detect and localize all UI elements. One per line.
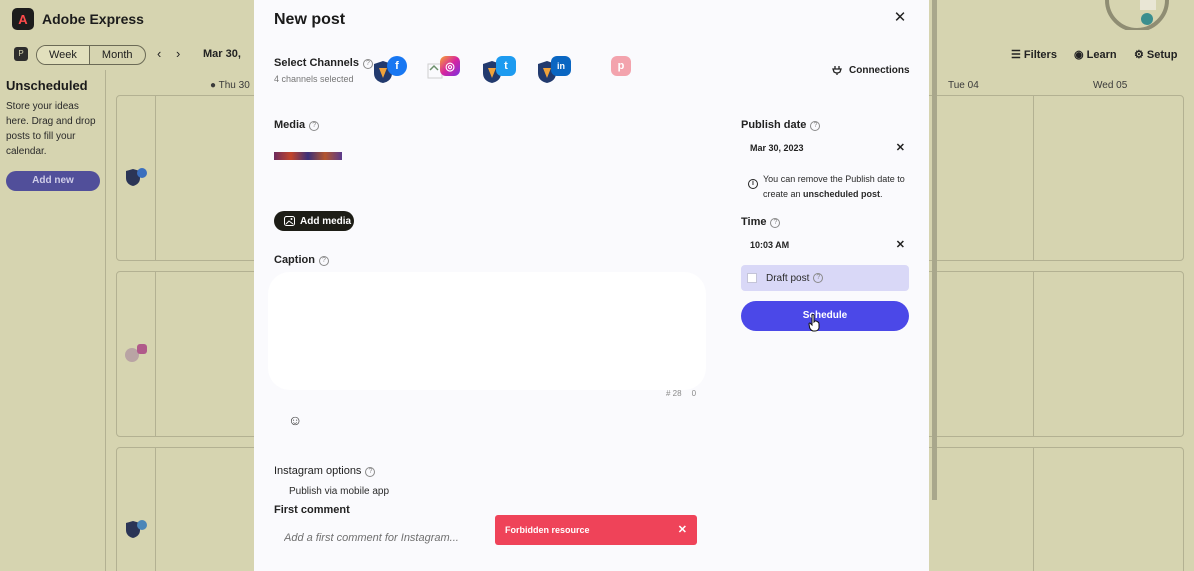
help-icon[interactable]: ? — [309, 121, 320, 131]
image-icon — [284, 216, 295, 226]
date-range[interactable]: Mar 30, — [203, 48, 241, 60]
page-scrollbar[interactable] — [932, 0, 937, 500]
filters-button[interactable]: ☰ Filters — [1011, 48, 1057, 61]
media-text: Media — [274, 119, 306, 131]
info-icon: i — [748, 179, 758, 189]
channel-pinterest[interactable]: p — [599, 54, 631, 86]
instagram-channel-avatar-icon — [125, 344, 147, 362]
pinterest-icon: p — [611, 56, 631, 76]
add-media-label: Add media — [300, 215, 352, 227]
draft-post-option[interactable]: Draft post? — [741, 265, 909, 291]
channel-linkedin[interactable]: in — [537, 54, 571, 86]
help-icon[interactable]: ? — [810, 121, 821, 131]
facebook-channel-avatar-icon — [126, 168, 147, 186]
sidebar-description: Store your ideas here. Drag and drop pos… — [6, 101, 96, 157]
info-text-suffix: . — [880, 189, 883, 199]
channel-twitter[interactable]: t — [482, 54, 516, 86]
publish-date-field[interactable]: Mar 30, 2023 ✕ — [741, 135, 909, 161]
plug-icon — [832, 66, 842, 75]
setup-label: Setup — [1146, 49, 1178, 61]
select-channels-label: Select Channels? — [274, 57, 373, 69]
calendar-app-icon[interactable]: P — [14, 47, 28, 61]
help-icon[interactable]: ? — [318, 256, 329, 266]
calendar-divider — [155, 448, 156, 571]
channels-selected-count: 4 channels selected — [274, 74, 354, 84]
error-toast: Forbidden resource ✕ — [495, 515, 697, 545]
next-arrow-icon[interactable]: › — [176, 46, 180, 61]
add-media-button[interactable]: Add media — [274, 211, 354, 231]
hand-cursor-icon — [808, 314, 820, 332]
select-channels-text: Select Channels — [274, 57, 359, 69]
clear-time-icon[interactable]: ✕ — [896, 238, 905, 251]
draft-post-label: Draft post — [766, 272, 810, 284]
close-modal-button[interactable]: ✕ — [892, 10, 908, 26]
calendar-divider — [1033, 448, 1034, 571]
caption-text: Caption — [274, 254, 315, 266]
channel-facebook[interactable]: f — [373, 54, 407, 86]
setup-button[interactable]: ⚙ Setup — [1134, 48, 1177, 61]
unscheduled-sidebar: Unscheduled Store your ideas here. Drag … — [0, 70, 106, 571]
help-icon[interactable]: ? — [770, 218, 781, 228]
prev-arrow-icon[interactable]: ‹ — [157, 46, 161, 61]
publish-date-value: Mar 30, 2023 — [750, 143, 804, 153]
emoji-picker-icon[interactable]: ☺ — [288, 412, 302, 428]
toast-close-icon[interactable]: ✕ — [678, 523, 687, 536]
sidebar-title: Unscheduled — [6, 78, 88, 93]
facebook-icon: f — [387, 56, 407, 76]
clear-date-icon[interactable]: ✕ — [896, 141, 905, 154]
twitter-channel-avatar-icon — [126, 520, 147, 538]
day-header-wed: Wed 05 — [1093, 80, 1128, 91]
caption-label: Caption? — [274, 254, 329, 266]
calendar-divider — [1033, 96, 1034, 260]
draft-post-checkbox[interactable] — [747, 273, 757, 283]
week-view-button[interactable]: Week — [37, 46, 90, 64]
caption-counters: # 28 0 — [666, 389, 696, 398]
month-view-button[interactable]: Month — [90, 46, 145, 64]
publish-date-text: Publish date — [741, 119, 807, 131]
hashtag-count: # 28 — [666, 389, 682, 398]
first-comment-label: First comment — [274, 504, 350, 516]
media-label: Media? — [274, 119, 320, 131]
instagram-options-label: Instagram options? — [274, 465, 376, 477]
adobe-express-logo: A — [12, 8, 34, 30]
toast-message: Forbidden resource — [505, 525, 590, 535]
day-header-tue: Tue 04 — [948, 80, 979, 91]
time-field[interactable]: 10:03 AM ✕ — [741, 232, 909, 258]
new-post-modal: New post ✕ Select Channels? 4 channels s… — [254, 0, 929, 571]
info-text-bold: unscheduled post — [803, 189, 881, 199]
linkedin-icon: in — [551, 56, 571, 76]
publish-date-label: Publish date? — [741, 119, 821, 131]
app-title: Adobe Express — [42, 11, 144, 27]
character-count: 0 — [691, 389, 697, 398]
learn-button[interactable]: ◉ Learn — [1074, 48, 1117, 61]
time-text: Time — [741, 216, 767, 228]
media-thumbnail[interactable] — [274, 152, 342, 160]
schedule-button[interactable]: Schedule — [741, 301, 909, 331]
help-icon[interactable]: ? — [362, 59, 373, 69]
learn-label: Learn — [1086, 49, 1117, 61]
calendar-divider — [155, 272, 156, 436]
add-new-button[interactable]: Add new — [6, 171, 100, 191]
filters-label: Filters — [1023, 49, 1057, 61]
day-header-thu: ● Thu 30 — [210, 80, 250, 91]
channel-instagram[interactable]: ◎ — [426, 54, 460, 86]
day-label: Thu 30 — [218, 80, 250, 91]
caption-textarea[interactable] — [268, 272, 706, 390]
user-avatar-icon[interactable] — [1102, 0, 1172, 30]
twitter-icon: t — [496, 56, 516, 76]
instagram-options-text: Instagram options — [274, 465, 362, 477]
connections-button[interactable]: Connections — [832, 64, 910, 76]
publish-via-mobile-option[interactable]: Publish via mobile app — [289, 486, 389, 497]
connections-label: Connections — [849, 64, 910, 76]
time-label: Time? — [741, 216, 781, 228]
publish-date-info: i You can remove the Publish date to cre… — [748, 172, 913, 202]
time-value: 10:03 AM — [750, 240, 790, 250]
instagram-icon: ◎ — [440, 56, 460, 76]
view-toggle: Week Month — [36, 45, 146, 65]
help-icon[interactable]: ? — [365, 467, 376, 477]
modal-title: New post — [274, 11, 346, 28]
calendar-divider — [155, 96, 156, 260]
help-icon[interactable]: ? — [813, 273, 824, 283]
calendar-divider — [1033, 272, 1034, 436]
